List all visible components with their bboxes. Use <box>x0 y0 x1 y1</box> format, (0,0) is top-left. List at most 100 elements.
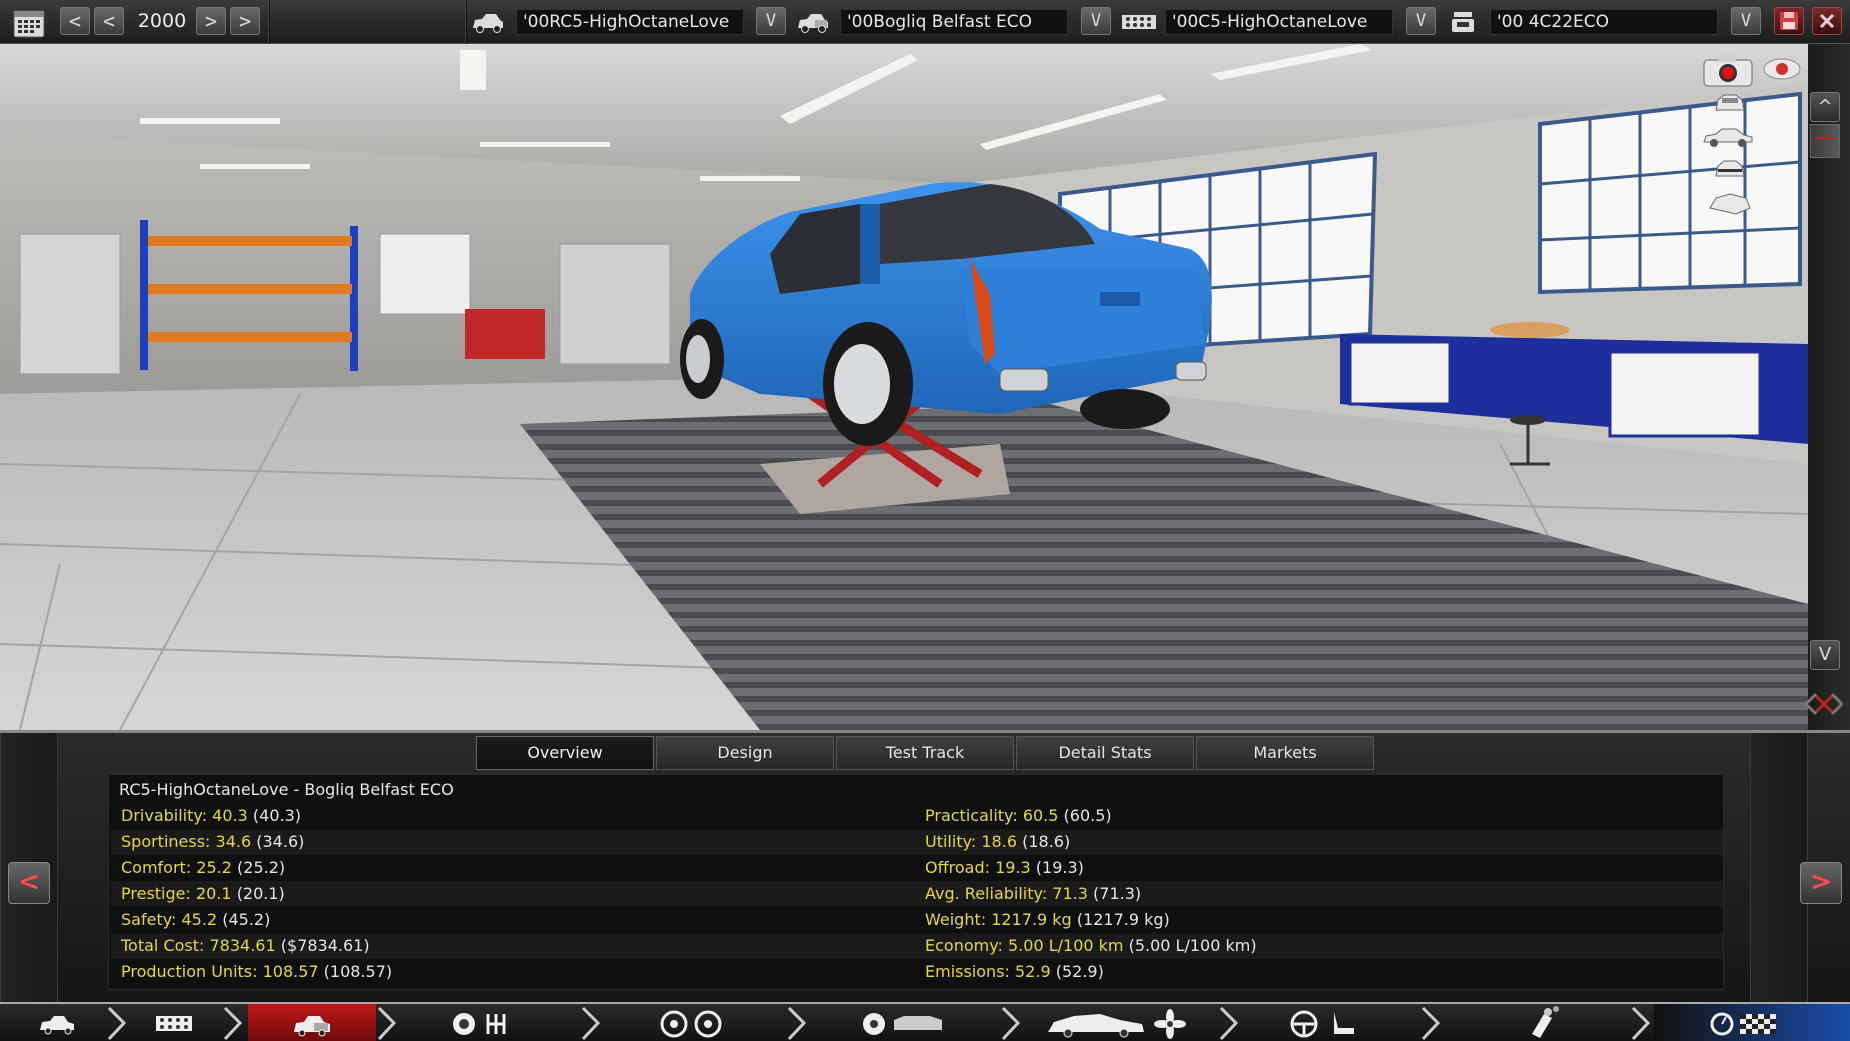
stat-label: Production Units: 108.57 <box>121 962 319 981</box>
stat-reference: (19.3) <box>1035 858 1084 877</box>
year-display: 2000 <box>137 10 187 32</box>
step-brakes-body[interactable] <box>810 1004 1000 1041</box>
engine-family-select[interactable]: '00C5-HighOctaneLove <box>1165 9 1393 35</box>
car-variant-dropdown-button[interactable]: V <box>1081 7 1111 35</box>
close-button[interactable] <box>1812 7 1842 35</box>
exhaust-icon <box>1532 1006 1559 1038</box>
stat-label: Total Cost: 7834.61 <box>121 936 276 955</box>
toolbar-divider <box>465 0 467 44</box>
car-rear-view-icon <box>1715 160 1745 177</box>
stat-label: Emissions: 52.9 <box>925 962 1051 981</box>
year-back-button[interactable]: < <box>94 7 124 35</box>
year-forward-button[interactable]: > <box>196 7 226 35</box>
year-back-fast-button[interactable]: < <box>60 7 90 35</box>
stat-row: Total Cost: 7834.61 ($7834.61) Economy: … <box>111 933 1723 959</box>
stat-label: Avg. Reliability: 71.3 <box>925 884 1088 903</box>
engine-family-icon <box>1120 8 1158 36</box>
tab-overview[interactable]: Overview <box>476 736 654 770</box>
stat-reference: (18.6) <box>1022 832 1071 851</box>
save-button[interactable] <box>1774 7 1804 35</box>
stat-avg-reliability: Avg. Reliability: 71.3 (71.3) <box>925 881 1141 907</box>
engine-variant-select[interactable]: '00 4C22ECO <box>1490 9 1718 35</box>
steering-seat-icon <box>1290 1010 1354 1038</box>
stat-label: Economy: 5.00 L/100 km <box>925 936 1124 955</box>
car-variant-icon <box>294 1016 330 1037</box>
chevron-right-icon <box>223 1006 243 1041</box>
stat-reference: (1217.9 kg) <box>1076 910 1170 929</box>
step-aerodynamics[interactable] <box>1024 1004 1224 1041</box>
car-variant-select[interactable]: '00Bogliq Belfast ECO <box>840 9 1068 35</box>
view-top-button[interactable] <box>1706 188 1754 218</box>
step-car-model[interactable] <box>0 1004 110 1041</box>
car-side-view-icon <box>1703 128 1753 147</box>
view-rear-button[interactable] <box>1710 156 1750 182</box>
car-body-icon <box>470 8 506 36</box>
brake-body-icon <box>863 1013 942 1035</box>
stat-label: Practicality: 60.5 <box>925 806 1059 825</box>
chevron-right-icon <box>1001 1006 1021 1041</box>
step-engine-family[interactable] <box>130 1004 230 1041</box>
tab-test-track[interactable]: Test Track <box>836 736 1014 770</box>
stat-row: Safety: 45.2 (45.2) Weight: 1217.9 kg (1… <box>111 907 1723 933</box>
step-car-variant[interactable] <box>248 1004 376 1041</box>
designer-step-nav <box>0 1002 1850 1041</box>
stat-label: Utility: 18.6 <box>925 832 1017 851</box>
step-interior[interactable] <box>1242 1004 1422 1041</box>
stat-row: Sportiness: 34.6 (34.6) Utility: 18.6 (1… <box>111 829 1723 855</box>
car-model-select[interactable]: '00RC5-HighOctaneLove <box>516 9 744 35</box>
stat-reference: (20.1) <box>236 884 285 903</box>
toolbar-divider <box>268 0 270 44</box>
screenshot-button[interactable] <box>1702 52 1754 88</box>
chevron-right-icon <box>787 1006 807 1041</box>
stat-comfort: Comfort: 25.2 (25.2) <box>121 855 285 881</box>
visibility-toggle[interactable] <box>1762 56 1802 82</box>
stat-reference: (45.2) <box>222 910 271 929</box>
test-finish-icon <box>1710 1012 1776 1036</box>
calendar-icon[interactable] <box>12 8 46 38</box>
next-car-button[interactable]: > <box>1800 862 1842 904</box>
step-exhaust[interactable] <box>1444 1004 1624 1041</box>
stat-label: Drivability: 40.3 <box>121 806 248 825</box>
step-testing[interactable] <box>1654 1004 1850 1041</box>
stat-reference: ($7834.61) <box>280 936 370 955</box>
stat-row: Drivability: 40.3 (40.3) Practicality: 6… <box>111 803 1723 829</box>
stat-reference: (52.9) <box>1055 962 1104 981</box>
stat-utility: Utility: 18.6 (18.6) <box>925 829 1070 855</box>
stat-sportiness: Sportiness: 34.6 (34.6) <box>121 829 304 855</box>
stat-drivability: Drivability: 40.3 (40.3) <box>121 803 301 829</box>
garage-scene <box>0 44 1808 730</box>
step-drivetrain[interactable] <box>400 1004 580 1041</box>
stat-row: Comfort: 25.2 (25.2) Offroad: 19.3 (19.3… <box>111 855 1723 881</box>
aero-fan-icon <box>1048 1009 1186 1039</box>
top-toolbar: < < 2000 > > '00RC5-HighOctaneLove V '00… <box>0 0 1850 44</box>
engine-variant-dropdown-button[interactable]: V <box>1731 7 1761 35</box>
car-model-dropdown-button[interactable]: V <box>756 7 786 35</box>
engine-family-dropdown-button[interactable]: V <box>1406 7 1436 35</box>
chevron-right-icon <box>1219 1006 1239 1041</box>
stat-reference: (71.3) <box>1093 884 1142 903</box>
year-forward-fast-button[interactable]: > <box>230 7 260 35</box>
zoom-down-button[interactable]: V <box>1810 640 1840 670</box>
stat-label: Offroad: 19.3 <box>925 858 1031 877</box>
car-3d-viewport[interactable] <box>0 44 1808 730</box>
stat-label: Prestige: 20.1 <box>121 884 232 903</box>
car-title: RC5-HighOctaneLove - Bogliq Belfast ECO <box>119 780 454 799</box>
eye-icon <box>1763 58 1801 80</box>
zoom-up-button[interactable]: ^ <box>1810 92 1840 122</box>
view-front-button[interactable] <box>1710 90 1750 116</box>
zoom-scroll-thumb[interactable] <box>1810 124 1840 158</box>
stat-reference: (108.57) <box>323 962 393 981</box>
tab-design[interactable]: Design <box>656 736 834 770</box>
car-three-quarter-view-icon <box>1709 193 1751 215</box>
stat-prestige: Prestige: 20.1 (20.1) <box>121 881 285 907</box>
tab-detail-stats[interactable]: Detail Stats <box>1016 736 1194 770</box>
view-side-button[interactable] <box>1700 124 1756 150</box>
stat-safety: Safety: 45.2 (45.2) <box>121 907 270 933</box>
stat-reference: (25.2) <box>237 858 286 877</box>
step-suspension[interactable] <box>604 1004 784 1041</box>
camera-reset-button[interactable] <box>1802 686 1846 722</box>
suspension-wheels-icon <box>660 1010 722 1038</box>
engine-gearbox-icon <box>453 1013 506 1035</box>
tab-markets[interactable]: Markets <box>1196 736 1374 770</box>
previous-car-button[interactable]: < <box>8 862 50 904</box>
